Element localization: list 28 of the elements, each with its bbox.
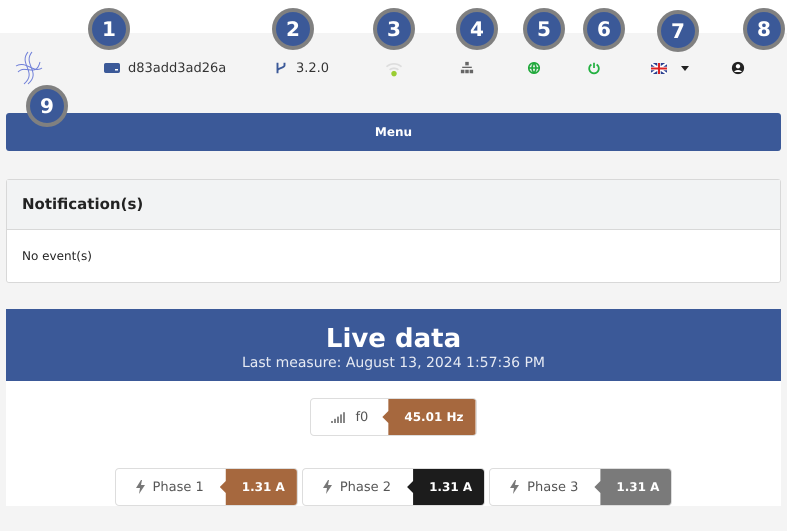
phase-label: Phase 1: [152, 480, 204, 494]
notification-text: No event(s): [21, 248, 93, 265]
live-data-title: Live data: [324, 323, 462, 355]
frequency-value: 45.01 Hz: [382, 399, 476, 435]
menu-button[interactable]: Menu: [6, 113, 781, 151]
user-icon: [731, 61, 745, 75]
bolt-icon: [136, 480, 145, 494]
signal-icon: [331, 411, 348, 423]
phase-label: Phase 3: [527, 480, 578, 494]
phase-label: Phase 2: [340, 480, 392, 494]
phase-value: 1.31 A: [220, 469, 297, 505]
phase-value: 1.31 A: [407, 469, 484, 505]
bolt-icon: [322, 480, 332, 494]
power-icon: [587, 61, 601, 75]
last-measure-text: Last measure: August 13, 2024 1:57:36 PM: [240, 355, 546, 371]
branch-icon: [274, 61, 288, 75]
logo-icon: [14, 50, 44, 86]
globe-icon: [527, 61, 541, 75]
frequency-label: f0: [355, 410, 368, 424]
flag-icon: [651, 62, 667, 74]
network-icon: [460, 61, 474, 75]
version-label: 3.2.0: [296, 60, 330, 76]
drive-icon: [104, 63, 120, 73]
device-id: d83add3ad26a: [128, 60, 226, 76]
bolt-icon: [510, 480, 520, 494]
caret-icon[interactable]: [681, 66, 689, 70]
card-title: Notification(s): [7, 180, 780, 230]
phase-value: 1.31 A: [594, 469, 672, 505]
